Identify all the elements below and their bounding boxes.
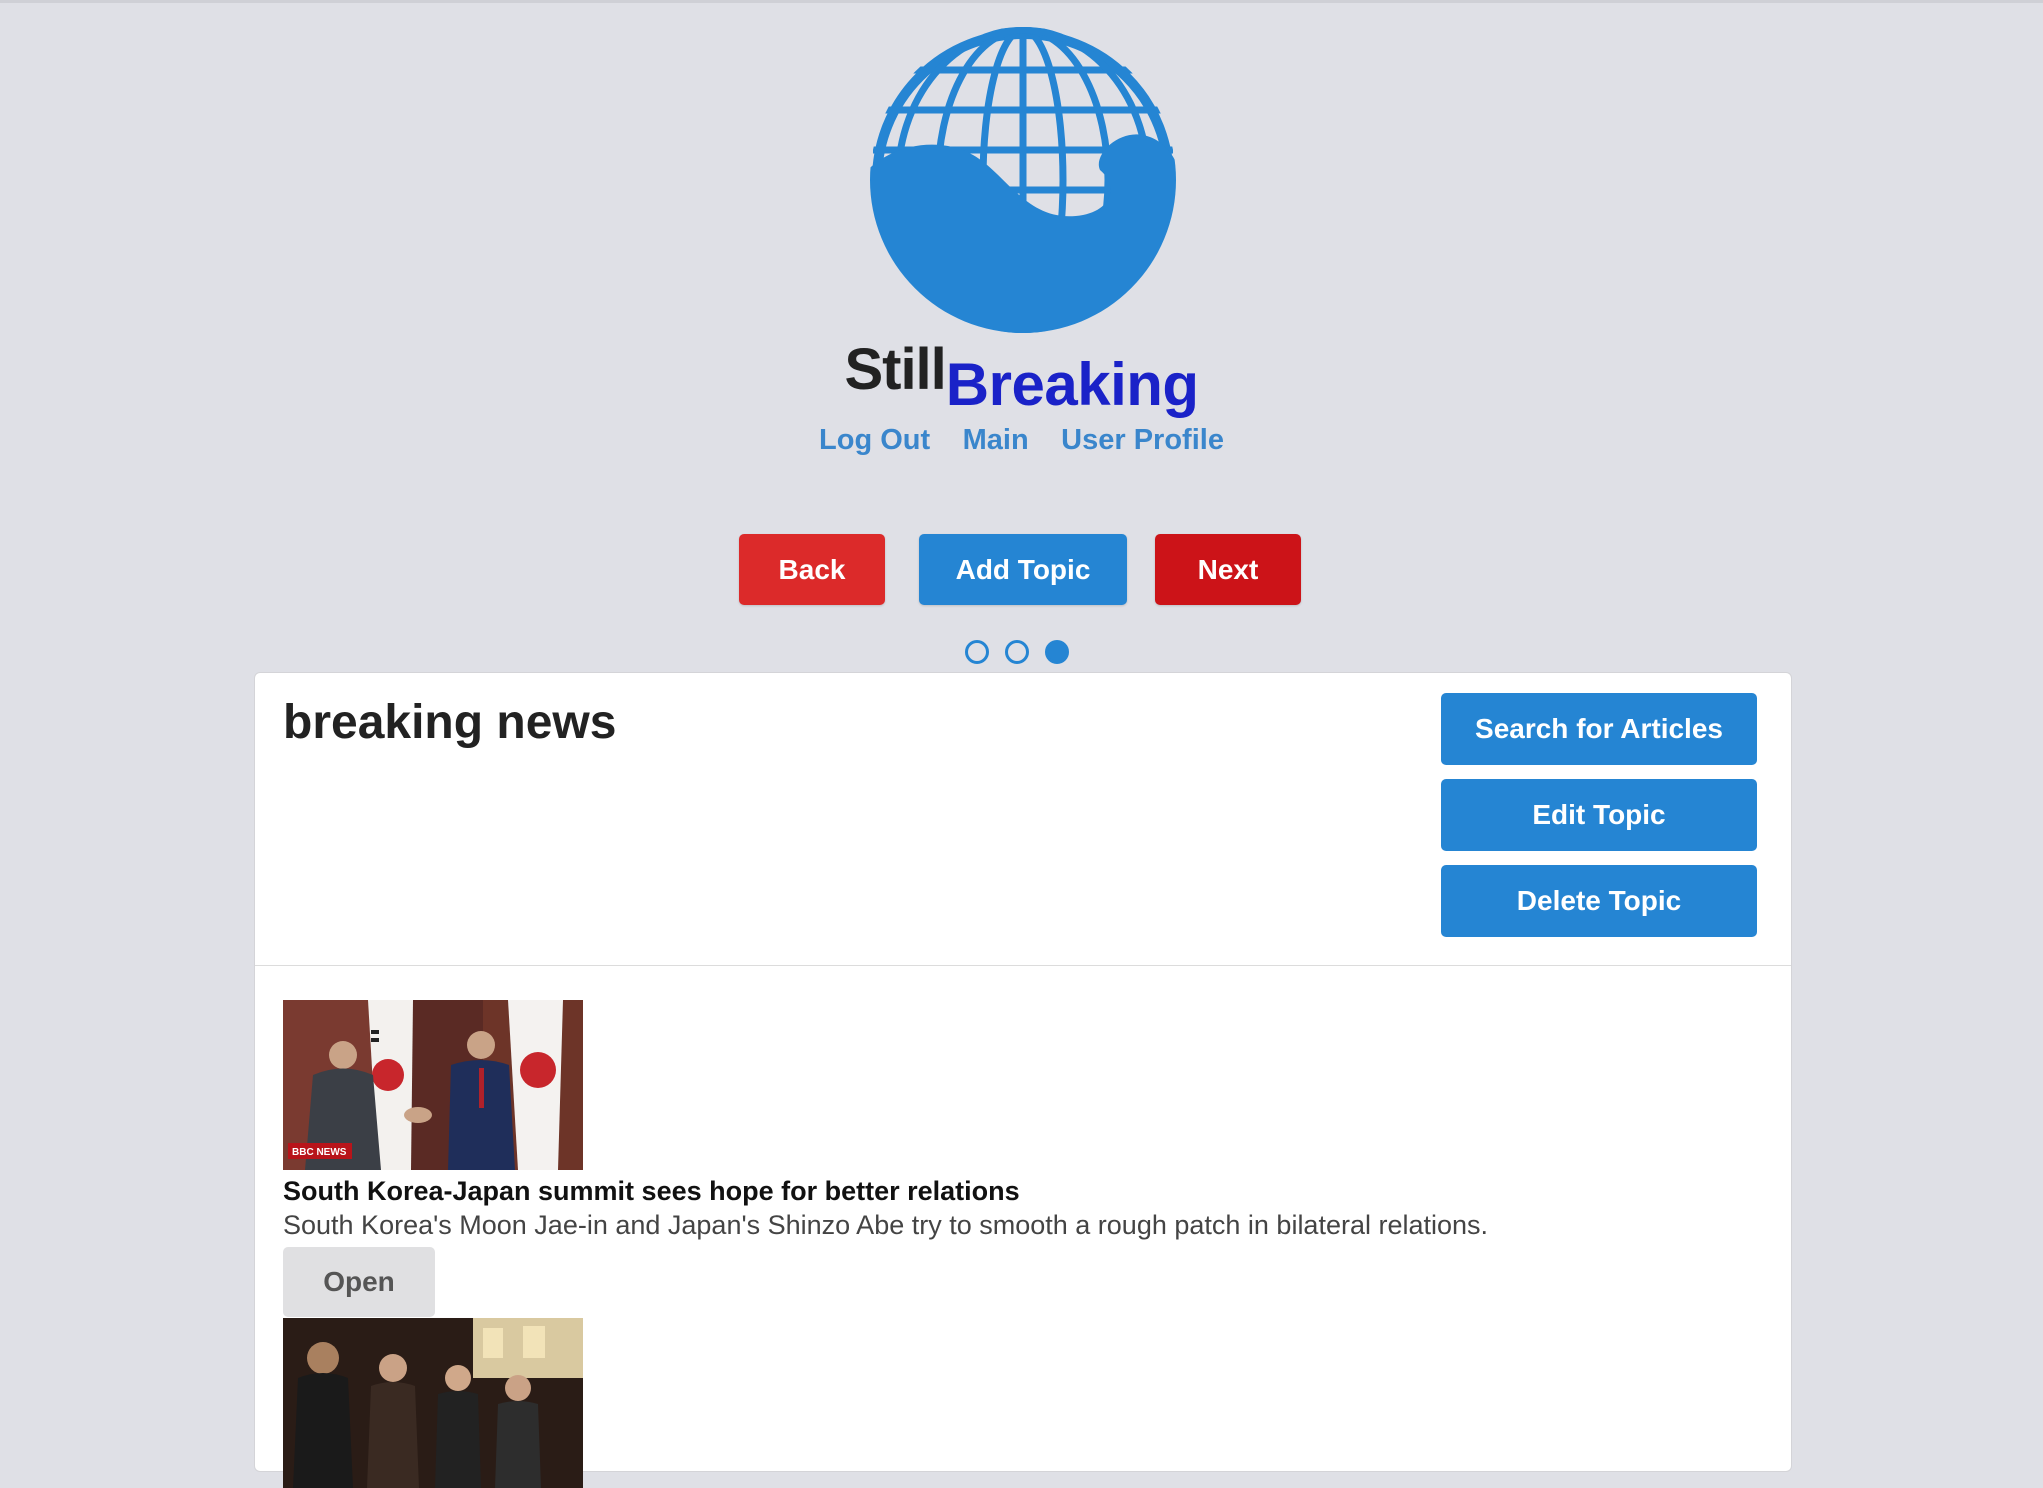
pager-dot-1[interactable] [965, 640, 989, 664]
page: StillBreaking Log Out Main User Profile … [0, 0, 2043, 1488]
delete-topic-button[interactable]: Delete Topic [1441, 865, 1757, 937]
pager-dot-2[interactable] [1005, 640, 1029, 664]
edit-topic-button[interactable]: Edit Topic [1441, 779, 1757, 851]
add-topic-button[interactable]: Add Topic [919, 534, 1127, 605]
topic-card-header: breaking news Search for Articles Edit T… [255, 673, 1791, 966]
article-thumbnail-image: BBC NEWS [283, 1000, 583, 1170]
globe-wave-logo-icon [870, 27, 1176, 333]
article-title[interactable]: South Korea-Japan summit sees hope for b… [283, 1176, 1020, 1207]
open-article-button[interactable]: Open [283, 1247, 435, 1317]
article-description: South Korea's Moon Jae-in and Japan's Sh… [283, 1210, 1489, 1240]
brand-breaking-text: Breaking [945, 351, 1199, 418]
brand-name: StillBreaking [0, 336, 2043, 418]
bbc-news-badge: BBC NEWS [292, 1147, 347, 1158]
top-border [0, 0, 2043, 3]
back-button[interactable]: Back [739, 534, 885, 605]
topic-title: breaking news [283, 696, 617, 749]
main-link[interactable]: Main [963, 424, 1029, 457]
brand-still-text: Still [844, 337, 946, 402]
logout-link[interactable]: Log Out [819, 424, 930, 457]
next-button[interactable]: Next [1155, 534, 1301, 605]
search-articles-button[interactable]: Search for Articles [1441, 693, 1757, 765]
topic-card: breaking news Search for Articles Edit T… [254, 672, 1792, 1488]
article-thumbnail-image [283, 1318, 583, 1488]
pager-dot-3-active[interactable] [1045, 640, 1069, 664]
user-profile-link[interactable]: User Profile [1061, 424, 1224, 457]
top-nav: Log Out Main User Profile [0, 424, 2043, 457]
